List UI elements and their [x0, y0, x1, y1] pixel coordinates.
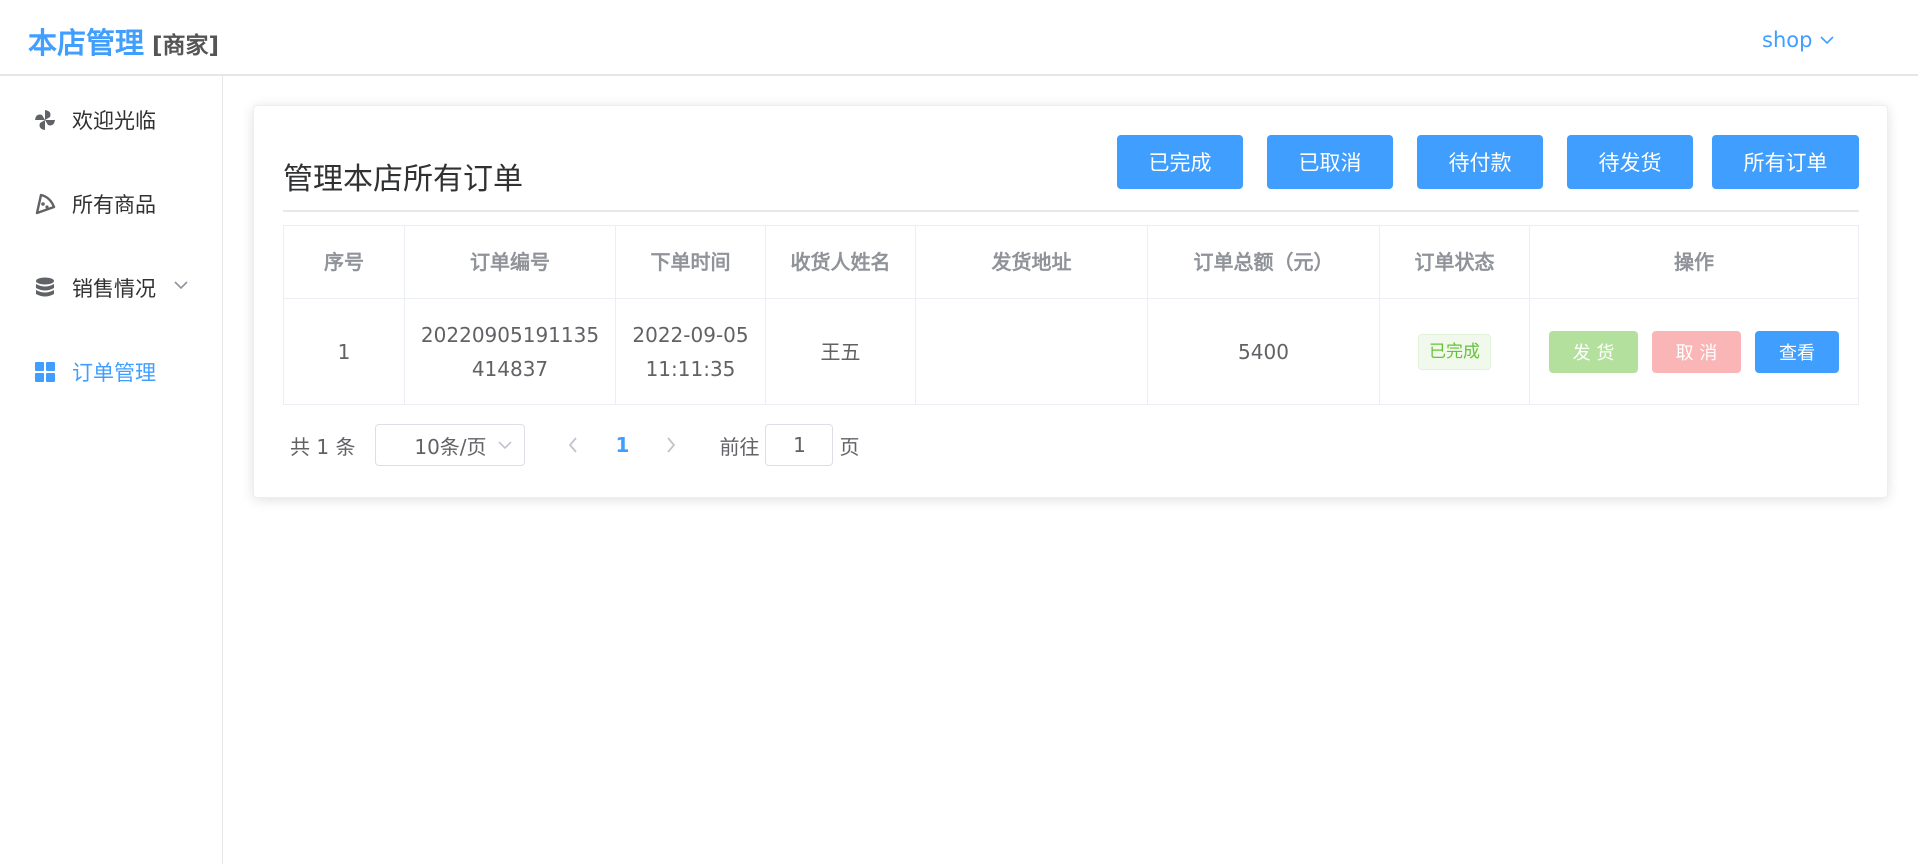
sidebar-item-products[interactable]: 所有商品	[0, 176, 222, 232]
divider	[283, 210, 1859, 212]
cancel-order-button[interactable]: 取 消	[1652, 330, 1741, 373]
sidebar-item-sales[interactable]: 销售情况	[0, 260, 222, 316]
pinwheel-icon	[32, 107, 58, 133]
column-header: 订单编号	[405, 226, 616, 298]
table-row: 1 20220905191135 414837 2022-09-05 11:11…	[284, 299, 1858, 404]
chevron-left-icon	[569, 437, 578, 453]
order-date: 2022-09-05	[632, 322, 749, 347]
brand-tag: [商家]	[152, 33, 220, 59]
table-header-row: 序号 订单编号 下单时间 收货人姓名 发货地址 订单总额（元） 订单状态 操作	[284, 226, 1858, 299]
pizza-icon	[32, 191, 58, 217]
cell-actions: 发 货 取 消 查看	[1530, 299, 1858, 404]
cell-order-number: 20220905191135 414837	[405, 299, 616, 404]
cell-status: 已完成	[1380, 299, 1530, 404]
filter-unpaid-button[interactable]: 待付款	[1417, 135, 1543, 189]
sidebar-item-orders[interactable]: 订单管理	[0, 344, 222, 400]
column-header: 操作	[1674, 250, 1714, 274]
goto-page-input[interactable]	[765, 424, 834, 466]
page-size-select[interactable]: 10条/页	[375, 424, 526, 466]
order-number-line1: 20220905191135	[420, 322, 600, 347]
database-icon	[32, 275, 58, 301]
column-header: 发货地址	[916, 226, 1148, 298]
goto-label: 前往	[719, 434, 760, 459]
user-name: shop	[1762, 28, 1813, 52]
filter-completed-button[interactable]: 已完成	[1117, 135, 1243, 189]
sidebar-item-welcome[interactable]: 欢迎光临	[0, 92, 222, 148]
view-order-button[interactable]: 查看	[1755, 330, 1839, 373]
brand: 本店管理 [商家]	[28, 20, 219, 60]
filter-all-button[interactable]: 所有订单	[1712, 135, 1859, 189]
top-header: 本店管理 [商家] shop	[0, 0, 1918, 76]
filter-cancelled-button[interactable]: 已取消	[1267, 135, 1393, 189]
sidebar: 欢迎光临 所有商品 销售情况 订单管理	[0, 76, 223, 864]
page-size-value: 10条/页	[414, 434, 487, 459]
column-header: 收货人姓名	[766, 226, 916, 298]
chevron-down-icon	[174, 281, 188, 290]
app-root: 本店管理 [商家] shop 欢迎光临 所有商品 销售情况 订单管理 管理本店所…	[0, 0, 1918, 864]
orders-card: 管理本店所有订单 已完成 已取消 待付款 待发货 所有订单 序号 订单编号 下单…	[253, 105, 1888, 498]
sidebar-item-label: 订单管理	[72, 361, 156, 385]
orders-table: 序号 订单编号 下单时间 收货人姓名 发货地址 订单总额（元） 订单状态 操作 …	[283, 225, 1859, 405]
page-title: 管理本店所有订单	[283, 162, 523, 197]
column-header: 序号	[284, 226, 405, 298]
order-number-line2: 414837	[471, 356, 549, 381]
grid-icon	[32, 359, 58, 385]
sidebar-item-label: 欢迎光临	[72, 109, 156, 133]
user-dropdown[interactable]: shop	[1762, 26, 1835, 54]
column-header: 下单时间	[616, 226, 766, 298]
sidebar-item-label: 销售情况	[72, 277, 156, 301]
cell-total: 5400	[1148, 299, 1380, 404]
status-badge: 已完成	[1418, 333, 1491, 370]
pagination: 共 1 条 10条/页 1 前往 页	[290, 423, 990, 467]
cell-index: 1	[284, 299, 405, 404]
pagination-total: 共 1 条	[290, 434, 356, 459]
chevron-down-icon	[1820, 36, 1835, 45]
cell-receiver: 王五	[766, 299, 916, 404]
cell-order-time: 2022-09-05 11:11:35	[616, 299, 766, 404]
sidebar-item-label: 所有商品	[72, 193, 156, 217]
chevron-down-icon	[498, 441, 513, 450]
ship-button[interactable]: 发 货	[1549, 330, 1638, 373]
brand-title: 本店管理	[28, 26, 145, 60]
column-header: 订单总额（元）	[1148, 226, 1380, 298]
chevron-right-icon	[667, 437, 676, 453]
page-number-current[interactable]: 1	[593, 433, 651, 457]
filter-unshipped-button[interactable]: 待发货	[1567, 135, 1693, 189]
order-time: 11:11:35	[645, 356, 736, 381]
prev-page-button[interactable]	[553, 425, 593, 465]
column-header: 订单状态	[1380, 226, 1530, 298]
cell-address	[916, 299, 1148, 404]
next-page-button[interactable]	[651, 425, 691, 465]
goto-suffix: 页	[839, 434, 860, 459]
